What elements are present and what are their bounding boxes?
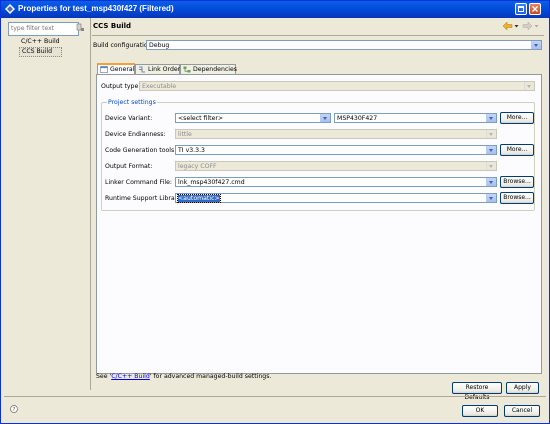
ok-button[interactable]: OK xyxy=(462,405,498,417)
chevron-down-icon[interactable] xyxy=(531,41,541,49)
device-variant-filter-combo[interactable]: <select filter> xyxy=(175,113,331,123)
dependencies-icon xyxy=(183,66,191,73)
dialog-body: C/C++ Build CCS Build CCS Build Build co… xyxy=(4,18,546,422)
svg-text:?: ? xyxy=(13,407,16,413)
tree-item-cpp-build[interactable]: C/C++ Build xyxy=(19,38,62,46)
codegen-tools-more-button[interactable]: More... xyxy=(500,144,534,156)
build-configuration-combo[interactable]: Debug xyxy=(146,40,542,50)
advanced-settings-note: See 'C/C++ Build' for advanced managed-b… xyxy=(96,373,271,380)
cancel-button[interactable]: Cancel xyxy=(504,405,540,417)
output-type-combo: Executable xyxy=(139,81,535,91)
device-variant-more-button[interactable]: More... xyxy=(500,112,534,124)
build-configuration-value: Debug xyxy=(149,42,170,49)
restore-defaults-button[interactable]: Restore Defaults xyxy=(452,382,502,401)
output-type-label: Output type: xyxy=(101,83,141,90)
close-button[interactable] xyxy=(529,3,541,15)
tree-item-ccs-build[interactable]: CCS Build xyxy=(19,47,62,57)
tab-dependencies-label: Dependencies xyxy=(193,66,238,73)
chevron-down-icon xyxy=(486,162,496,170)
header-separator xyxy=(92,35,544,36)
output-type-value: Executable xyxy=(142,83,177,90)
output-format-value: legacy COFF xyxy=(178,163,217,170)
chevron-down-icon[interactable] xyxy=(486,194,496,202)
runtime-support-library-combo[interactable]: <automatic> xyxy=(175,193,497,203)
runtime-support-library-label: Runtime Support Library: xyxy=(105,195,183,202)
device-variant-value: MSP430F427 xyxy=(337,115,378,122)
device-endianness-value: little xyxy=(178,131,192,138)
output-format-label: Output Format: xyxy=(105,163,153,170)
codegen-tools-combo[interactable]: TI v3.3.3 xyxy=(175,145,497,155)
footer-separator xyxy=(4,396,546,397)
note-suffix: ' for advanced managed-build settings. xyxy=(149,373,272,380)
linker-command-file-combo[interactable]: lnk_msp430f427.cmd xyxy=(175,177,497,187)
tab-link-order[interactable]: Link Order xyxy=(135,64,180,74)
tab-general-label: General xyxy=(110,66,135,73)
cpp-build-link[interactable]: C/C++ Build xyxy=(111,373,150,380)
chevron-down-icon[interactable] xyxy=(486,114,496,122)
property-page: CCS Build Build configuration: Debug Gen… xyxy=(92,18,544,401)
project-settings-title: Project settings xyxy=(107,99,157,106)
filter-input[interactable] xyxy=(8,22,79,36)
build-configuration-label: Build configuration: xyxy=(93,42,154,49)
chevron-down-icon[interactable] xyxy=(486,146,496,154)
note-prefix: See ' xyxy=(96,373,112,380)
apply-button[interactable]: Apply xyxy=(506,382,539,394)
tab-dependencies[interactable]: Dependencies xyxy=(180,64,238,74)
properties-icon xyxy=(5,4,15,14)
general-tab-panel: Output type: Executable Project settings… xyxy=(96,74,542,374)
help-icon[interactable]: ? xyxy=(10,405,18,413)
device-endianness-label: Device Endianness: xyxy=(105,131,166,138)
chevron-down-icon[interactable] xyxy=(486,178,496,186)
maximize-icon xyxy=(518,6,524,12)
linker-command-file-label: Linker Command File: xyxy=(105,179,172,186)
page-title: CCS Build xyxy=(93,22,132,30)
runtime-support-library-selected-text: <automatic> xyxy=(177,194,221,203)
device-variant-label: Device Variant: xyxy=(105,115,153,122)
properties-window: Properties for test_msp430f427 (Filtered… xyxy=(0,0,550,424)
back-dropdown-icon[interactable] xyxy=(514,21,519,31)
codegen-tools-value: TI v3.3.3 xyxy=(178,147,205,154)
clear-filter-icon[interactable] xyxy=(76,23,85,32)
title-bar[interactable]: Properties for test_msp430f427 (Filtered… xyxy=(1,1,549,18)
linker-command-file-value: lnk_msp430f427.cmd xyxy=(178,179,245,186)
category-tree: C/C++ Build CCS Build xyxy=(19,38,62,58)
maximize-button[interactable] xyxy=(515,3,527,15)
tab-general[interactable]: General xyxy=(97,63,135,74)
close-icon xyxy=(532,6,538,12)
panel-divider[interactable] xyxy=(90,18,91,390)
left-navigation-panel: C/C++ Build CCS Build xyxy=(6,18,88,390)
output-format-combo: legacy COFF xyxy=(175,161,497,171)
forward-arrow-icon xyxy=(522,21,533,31)
chevron-down-icon xyxy=(486,130,496,138)
chevron-down-icon xyxy=(524,82,534,90)
window-title: Properties for test_msp430f427 (Filtered… xyxy=(18,4,174,13)
chevron-down-icon[interactable] xyxy=(320,114,330,122)
tab-link-order-label: Link Order xyxy=(148,66,181,73)
link-order-icon xyxy=(139,66,145,73)
back-arrow-icon[interactable] xyxy=(502,21,513,31)
runtime-support-library-value: <automatic> xyxy=(177,194,221,203)
device-variant-combo[interactable]: MSP430F427 xyxy=(334,113,497,123)
general-tab-icon xyxy=(100,66,108,73)
history-navigation xyxy=(502,20,540,32)
forward-dropdown-icon xyxy=(534,25,539,28)
project-settings-group: Project settings Device Variant: <select… xyxy=(101,99,535,211)
codegen-tools-label: Code Generation tools: xyxy=(105,147,177,154)
device-variant-filter-value: <select filter> xyxy=(178,115,224,122)
device-endianness-combo: little xyxy=(175,129,497,139)
runtime-support-library-browse-button[interactable]: Browse... xyxy=(500,192,534,204)
linker-command-file-browse-button[interactable]: Browse... xyxy=(500,176,534,188)
